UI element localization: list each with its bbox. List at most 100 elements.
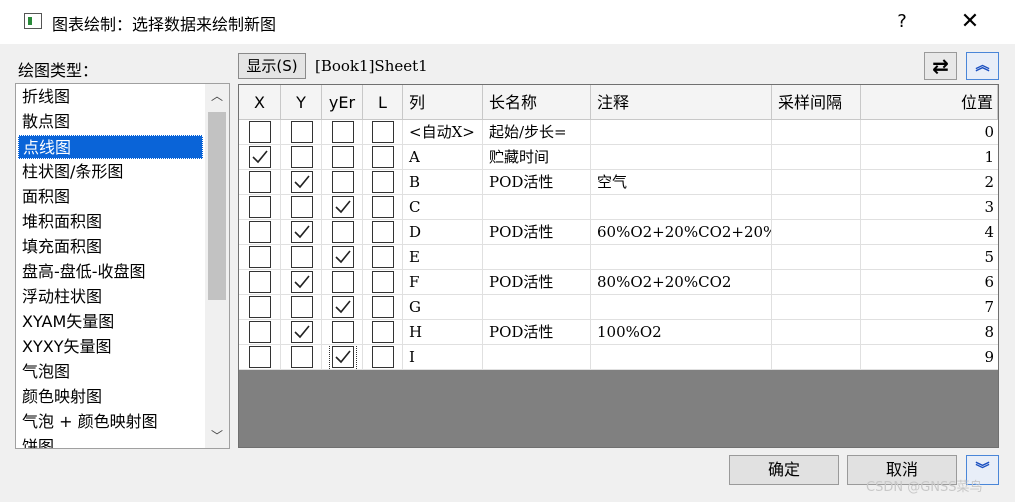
checkbox-l[interactable] — [372, 321, 394, 343]
checkbox-yer[interactable] — [329, 345, 357, 369]
position[interactable]: 9 — [861, 345, 998, 369]
column-name[interactable]: E — [403, 245, 483, 269]
checkbox-l[interactable] — [372, 196, 394, 218]
checkbox-x[interactable] — [249, 146, 271, 168]
plot-type-item[interactable]: 饼图 — [18, 435, 203, 448]
checkbox-x[interactable] — [249, 321, 271, 343]
header-interval[interactable]: 采样间隔 — [772, 85, 861, 120]
checkbox-l[interactable] — [372, 246, 394, 268]
scroll-down-icon[interactable]: ﹀ — [205, 424, 229, 448]
plot-type-item[interactable]: 堆积面积图 — [18, 210, 203, 234]
table-row[interactable]: <自动X> 起始/步长= 0 — [239, 120, 998, 145]
long-name[interactable] — [483, 245, 591, 269]
comment[interactable] — [591, 345, 772, 369]
column-name[interactable]: H — [403, 320, 483, 344]
scroll-thumb[interactable] — [208, 112, 226, 300]
collapse-up-icon[interactable]: ︽ — [966, 52, 999, 80]
checkbox-yer[interactable] — [332, 196, 354, 218]
table-row[interactable]: E5 — [239, 245, 998, 270]
checkbox-yer[interactable] — [332, 171, 354, 193]
checkbox-y[interactable] — [291, 321, 313, 343]
checkbox-yer[interactable] — [332, 246, 354, 268]
header-x[interactable]: X — [239, 85, 281, 120]
interval[interactable] — [772, 120, 861, 144]
checkbox-yer[interactable] — [332, 121, 354, 143]
comment[interactable]: 80%O2+20%CO2 — [591, 270, 772, 294]
plot-type-item[interactable]: 填充面积图 — [18, 235, 203, 259]
checkbox-yer[interactable] — [332, 271, 354, 293]
position[interactable]: 1 — [861, 145, 998, 169]
plot-type-list[interactable]: ︿ ﹀ 折线图 散点图 点线图 柱状图/条形图 面积图 堆积面积图 填充面积图 盘高-盘低-收… — [15, 83, 230, 449]
plot-type-item[interactable]: 浮动柱状图 — [18, 285, 203, 309]
checkbox-x[interactable] — [249, 196, 271, 218]
comment[interactable] — [591, 195, 772, 219]
comment[interactable]: 空气 — [591, 170, 772, 194]
comment[interactable] — [591, 245, 772, 269]
table-row[interactable]: B POD活性 空气 2 — [239, 170, 998, 195]
comment[interactable] — [591, 295, 772, 319]
column-name[interactable]: F — [403, 270, 483, 294]
checkbox-yer[interactable] — [332, 321, 354, 343]
position[interactable]: 4 — [861, 220, 998, 244]
checkbox-x[interactable] — [249, 171, 271, 193]
swap-icon[interactable]: ⇄ — [924, 52, 957, 80]
long-name[interactable]: POD活性 — [483, 270, 591, 294]
checkbox-l[interactable] — [372, 271, 394, 293]
checkbox-y[interactable] — [291, 271, 313, 293]
checkbox-y[interactable] — [291, 196, 313, 218]
scroll-up-icon[interactable]: ︿ — [205, 84, 229, 108]
table-row[interactable]: H POD活性 100%O2 8 — [239, 320, 998, 345]
comment[interactable]: 100%O2 — [591, 320, 772, 344]
interval[interactable] — [772, 345, 861, 369]
long-name[interactable]: POD活性 — [483, 220, 591, 244]
plot-type-item[interactable]: 柱状图/条形图 — [18, 160, 203, 184]
checkbox-y[interactable] — [291, 346, 313, 368]
plot-type-item[interactable]: XYXY矢量图 — [18, 335, 203, 359]
checkbox-x[interactable] — [249, 221, 271, 243]
table-row[interactable]: C3 — [239, 195, 998, 220]
checkbox-y[interactable] — [291, 221, 313, 243]
position[interactable]: 0 — [861, 120, 998, 144]
table-row[interactable]: G7 — [239, 295, 998, 320]
close-button[interactable]: ✕ — [950, 5, 990, 39]
position[interactable]: 6 — [861, 270, 998, 294]
long-name[interactable] — [483, 345, 591, 369]
checkbox-y[interactable] — [291, 121, 313, 143]
ok-button[interactable]: 确定 — [729, 455, 839, 485]
column-name[interactable]: D — [403, 220, 483, 244]
show-button[interactable]: 显示(S) — [238, 53, 306, 79]
table-row[interactable]: I9 — [239, 345, 998, 370]
column-name[interactable]: C — [403, 195, 483, 219]
position[interactable]: 7 — [861, 295, 998, 319]
plot-type-item[interactable]: 散点图 — [18, 110, 203, 134]
checkbox-yer[interactable] — [332, 296, 354, 318]
list-scrollbar[interactable]: ︿ ﹀ — [205, 84, 229, 448]
plot-type-item[interactable]: 盘高-盘低-收盘图 — [18, 260, 203, 284]
checkbox-y[interactable] — [291, 146, 313, 168]
checkbox-x[interactable] — [249, 246, 271, 268]
checkbox-yer[interactable] — [332, 146, 354, 168]
checkbox-l[interactable] — [372, 296, 394, 318]
comment[interactable]: 60%O2+20%CO2+20%N2 — [591, 220, 772, 244]
comment[interactable] — [591, 145, 772, 169]
header-column[interactable]: 列 — [403, 85, 483, 120]
checkbox-x[interactable] — [249, 346, 271, 368]
plot-type-item[interactable]: 气泡图 — [18, 360, 203, 384]
long-name[interactable]: POD活性 — [483, 170, 591, 194]
long-name[interactable]: 起始/步长= — [483, 120, 591, 144]
column-name[interactable]: B — [403, 170, 483, 194]
plot-type-item[interactable]: 面积图 — [18, 185, 203, 209]
interval[interactable] — [772, 170, 861, 194]
position[interactable]: 3 — [861, 195, 998, 219]
checkbox-y[interactable] — [291, 296, 313, 318]
header-comment[interactable]: 注释 — [591, 85, 772, 120]
column-name[interactable]: <自动X> — [403, 120, 483, 144]
interval[interactable] — [772, 295, 861, 319]
header-long-name[interactable]: 长名称 — [483, 85, 591, 120]
plot-type-item[interactable]: 颜色映射图 — [18, 385, 203, 409]
interval[interactable] — [772, 270, 861, 294]
plot-type-item[interactable]: 折线图 — [18, 85, 203, 109]
interval[interactable] — [772, 220, 861, 244]
checkbox-y[interactable] — [291, 171, 313, 193]
checkbox-l[interactable] — [372, 121, 394, 143]
